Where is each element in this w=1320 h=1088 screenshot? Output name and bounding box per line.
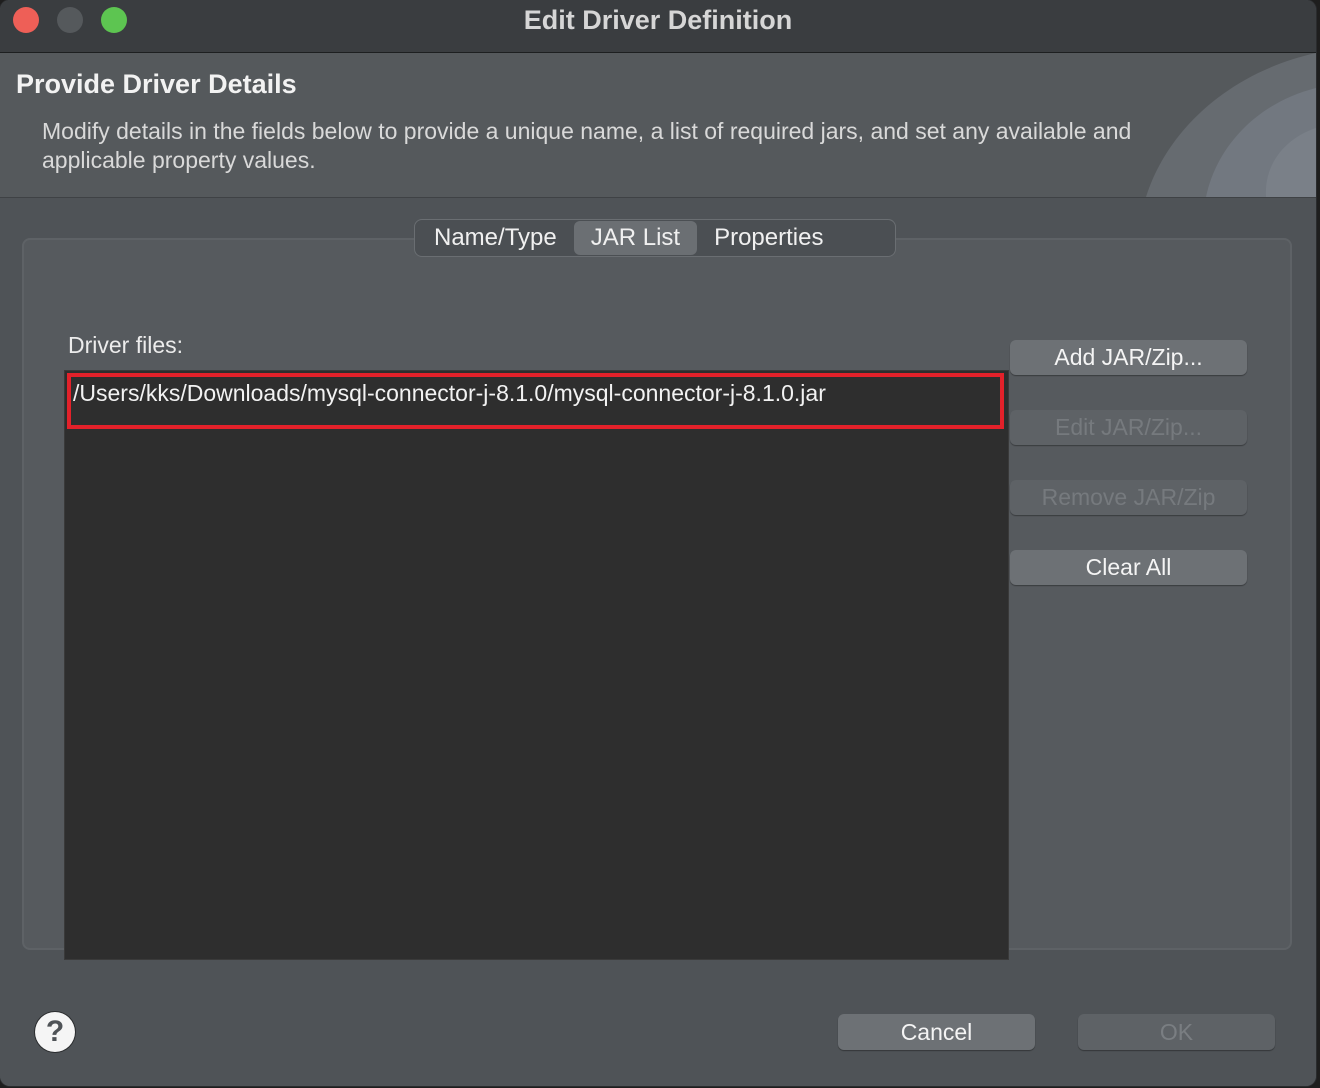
tab-jar-list[interactable]: JAR List <box>573 221 698 255</box>
wizard-banner: Provide Driver Details Modify details in… <box>0 53 1316 198</box>
content-area: Driver files: /Users/kks/Downloads/mysql… <box>0 198 1316 1086</box>
tab-bar: Name/Type JAR List Properties <box>414 219 896 257</box>
cancel-button[interactable]: Cancel <box>838 1014 1035 1050</box>
ok-button[interactable]: OK <box>1078 1014 1275 1050</box>
help-icon[interactable]: ? <box>35 1012 75 1052</box>
banner-title: Provide Driver Details <box>16 69 297 99</box>
tab-properties[interactable]: Properties <box>697 221 840 255</box>
banner-description: Modify details in the fields below to pr… <box>42 118 1132 173</box>
add-jar-button[interactable]: Add JAR/Zip... <box>1010 340 1247 375</box>
clear-all-button[interactable]: Clear All <box>1010 550 1247 585</box>
window-title: Edit Driver Definition <box>523 5 793 35</box>
edit-driver-dialog: Edit Driver Definition Provide Driver De… <box>0 0 1316 1086</box>
driver-files-label: Driver files: <box>68 332 184 358</box>
tab-name-type[interactable]: Name/Type <box>417 221 574 255</box>
title-bar: Edit Driver Definition <box>0 0 1316 53</box>
edit-jar-button[interactable]: Edit JAR/Zip... <box>1010 410 1247 445</box>
list-item[interactable]: /Users/kks/Downloads/mysql-connector-j-8… <box>67 373 1004 429</box>
remove-jar-button[interactable]: Remove JAR/Zip <box>1010 480 1247 515</box>
banner-decoration-icon <box>1146 53 1316 197</box>
driver-files-list[interactable]: /Users/kks/Downloads/mysql-connector-j-8… <box>64 370 1009 960</box>
